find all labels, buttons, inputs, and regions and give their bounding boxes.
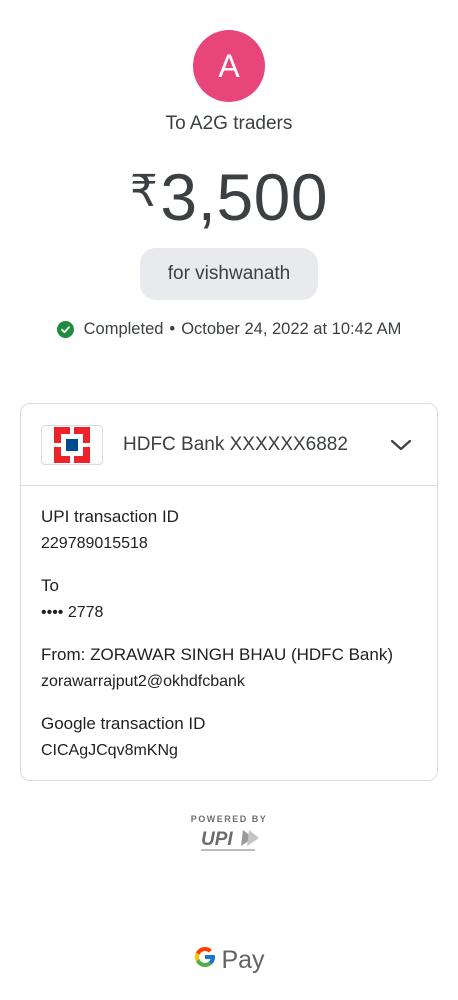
detail-from: From: ZORAWAR SINGH BHAU (HDFC Bank) zor… <box>41 645 393 691</box>
upi-logo-text: UPI <box>201 829 233 850</box>
detail-value: CICAgJCqv8mKNg <box>41 742 178 759</box>
chevron-down-icon[interactable] <box>389 433 413 457</box>
pay-wordmark: Pay <box>221 946 265 974</box>
recipient-name: To A2G traders <box>165 113 293 134</box>
detail-label: Google transaction ID <box>41 714 206 733</box>
transaction-details-card: HDFC Bank XXXXXX6882 UPI transaction ID … <box>20 403 438 781</box>
bank-account-label: HDFC Bank XXXXXX6882 <box>123 433 348 455</box>
status-datetime: October 24, 2022 at 10:42 AM <box>181 320 402 338</box>
powered-by-label: POWERED BY <box>190 814 268 824</box>
status-line: Completed • October 24, 2022 at 10:42 AM <box>0 320 458 339</box>
detail-google-transaction-id: Google transaction ID CICAgJCqv8mKNg <box>41 714 205 760</box>
status-separator: • <box>169 320 176 338</box>
upi-logo: UPI <box>199 828 261 859</box>
account-selector[interactable]: HDFC Bank XXXXXX6882 <box>21 404 437 486</box>
currency-symbol: ₹ <box>129 167 159 216</box>
google-g-icon <box>193 945 217 976</box>
detail-label: From: ZORAWAR SINGH BHAU (HDFC Bank) <box>41 645 393 664</box>
hdfc-bank-logo <box>41 424 103 465</box>
detail-label: UPI transaction ID <box>41 507 179 526</box>
avatar-letter: A <box>218 47 240 84</box>
detail-upi-transaction-id: UPI transaction ID 229789015518 <box>41 507 179 553</box>
detail-value: zorawarrajput2@okhdfcbank <box>41 673 245 690</box>
detail-to: To •••• 2778 <box>41 576 103 622</box>
status-text: Completed <box>83 320 164 338</box>
payment-amount: ₹3,500 <box>0 152 458 237</box>
payment-note: for vishwanath <box>140 248 318 300</box>
detail-value: 229789015518 <box>41 535 148 552</box>
recipient-avatar: A <box>193 30 265 102</box>
detail-label: To <box>41 576 59 595</box>
amount-value: 3,500 <box>160 160 329 234</box>
check-circle-icon <box>56 321 74 338</box>
detail-value: •••• 2778 <box>41 604 104 621</box>
google-pay-logo: Pay <box>0 945 458 976</box>
